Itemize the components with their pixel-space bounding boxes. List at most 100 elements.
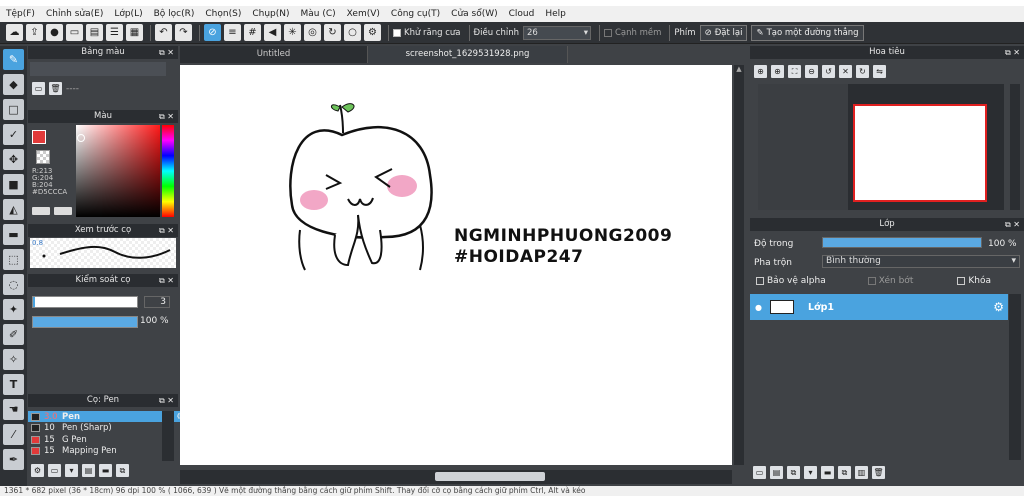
delete-layer-icon[interactable]: 🗑: [872, 466, 885, 479]
layer-folder-icon[interactable]: ▬: [821, 466, 834, 479]
panel-close-icon[interactable]: ⧉ ✕: [159, 46, 174, 59]
select-pen-icon[interactable]: ✐: [3, 324, 24, 345]
layer-opacity-slider[interactable]: [822, 237, 982, 248]
brush-size-slider[interactable]: [32, 296, 138, 308]
layer-list-scrollbar[interactable]: [1009, 294, 1021, 460]
brush-settings-icon[interactable]: ⚙: [31, 464, 44, 477]
menu-view[interactable]: Xem(V): [347, 9, 380, 19]
canvas-horizontal-scrollbar[interactable]: [180, 470, 732, 484]
tab-screenshot[interactable]: screenshot_1629531928.png: [368, 46, 568, 63]
pen-tool-icon[interactable]: ✒: [3, 449, 24, 470]
secondary-color-swatch[interactable]: [36, 150, 50, 164]
menu-select[interactable]: Chọn(S): [205, 9, 241, 19]
layer-mask-icon[interactable]: ▥: [855, 466, 868, 479]
antialias-checkbox[interactable]: [393, 28, 401, 37]
layer-row[interactable]: ● Lớp1 ⚙: [750, 294, 1008, 320]
zoom-in-icon[interactable]: ⊕: [754, 65, 767, 78]
merge-layer-icon[interactable]: ⧉: [838, 466, 851, 479]
layer-settings-icon[interactable]: ⚙: [993, 300, 1004, 314]
menu-tools[interactable]: Công cụ(T): [391, 9, 440, 19]
parallel-snap-icon[interactable]: ≡: [224, 24, 241, 41]
move-tool-icon[interactable]: ✥: [3, 149, 24, 170]
new-layer-alt-icon[interactable]: ▤: [770, 466, 783, 479]
chat-icon[interactable]: ●: [46, 24, 63, 41]
panel-close-icon[interactable]: ⧉ ✕: [159, 224, 174, 237]
brush-opacity-slider[interactable]: [32, 316, 138, 328]
bucket-tool-icon[interactable]: ◭: [3, 199, 24, 220]
brush-list-scrollbar[interactable]: [162, 411, 174, 461]
lock-checkbox[interactable]: [957, 277, 966, 285]
no-snap-icon[interactable]: ⊘: [204, 24, 221, 41]
brush-menu-icon[interactable]: ▾: [65, 464, 78, 477]
color-swap-toggle[interactable]: [54, 207, 72, 215]
hand-tool-icon[interactable]: ☚: [3, 399, 24, 420]
rotate-left-icon[interactable]: ↺: [822, 65, 835, 78]
new-layer-icon[interactable]: ▭: [753, 466, 766, 479]
marquee-tool-icon[interactable]: ⬚: [3, 249, 24, 270]
fullscreen-icon[interactable]: ✕: [839, 65, 852, 78]
save-icon[interactable]: ▤: [86, 24, 103, 41]
straight-line-button[interactable]: ✎ Tạo một đường thẳng: [751, 24, 864, 41]
rotate-right-icon[interactable]: ↻: [856, 65, 869, 78]
brush-tool-icon[interactable]: ✎: [3, 49, 24, 70]
fill-rect-tool-icon[interactable]: ■: [3, 174, 24, 195]
settings-icon[interactable]: ⚙: [364, 24, 381, 41]
brush-copy-icon[interactable]: ▤: [82, 464, 95, 477]
menu-filter[interactable]: Bộ lọc(R): [154, 9, 195, 19]
brush-duplicate-icon[interactable]: ⧉: [116, 464, 129, 477]
new-file-icon[interactable]: ▭: [66, 24, 83, 41]
select-tool-icon[interactable]: □: [3, 99, 24, 120]
menu-window[interactable]: Cửa sổ(W): [451, 9, 497, 19]
zoom-in-alt-icon[interactable]: ⊕: [771, 65, 784, 78]
clip-checkbox[interactable]: [867, 277, 876, 285]
navigator-thumbnail[interactable]: [758, 84, 1004, 210]
tab-untitled[interactable]: Untitled: [180, 46, 368, 63]
perspective-snap-icon[interactable]: ◀: [264, 24, 281, 41]
navigator-scrollbar[interactable]: [1010, 84, 1020, 210]
concentric-snap-icon[interactable]: ◎: [304, 24, 321, 41]
redo-icon[interactable]: ↷: [175, 24, 192, 41]
menu-layer[interactable]: Lớp(L): [114, 9, 142, 19]
select-eraser-icon[interactable]: ✧: [3, 349, 24, 370]
curve-snap-icon[interactable]: ↻: [324, 24, 341, 41]
color-mode-toggle[interactable]: [32, 207, 50, 215]
panel-close-icon[interactable]: ⧉ ✕: [1005, 218, 1020, 231]
menu-edit[interactable]: Chỉnh sửa(E): [46, 9, 103, 19]
panel-close-icon[interactable]: ⧉ ✕: [159, 274, 174, 287]
protect-alpha-checkbox[interactable]: [756, 277, 764, 285]
primary-color-swatch[interactable]: [32, 130, 46, 144]
palette-swatch-area[interactable]: [30, 62, 166, 76]
grid-icon[interactable]: ▦: [126, 24, 143, 41]
drawing-paper[interactable]: NGMINHPHUONG2009 #HOIDAP247: [180, 65, 732, 465]
magic-wand-icon[interactable]: ✦: [3, 299, 24, 320]
layer-menu-icon[interactable]: ▾: [804, 466, 817, 479]
reset-button[interactable]: ⊘ Đặt lại: [699, 24, 748, 41]
canvas-horizontal-thumb[interactable]: [435, 472, 545, 481]
list-icon[interactable]: ☰: [106, 24, 123, 41]
brush-folder-icon[interactable]: ▬: [99, 464, 112, 477]
blend-mode-select[interactable]: Bình thường ▾: [822, 255, 1020, 268]
panel-close-icon[interactable]: ⧉ ✕: [159, 394, 174, 407]
saturation-value-picker[interactable]: [76, 125, 160, 217]
grid-snap-icon[interactable]: #: [244, 24, 261, 41]
navigator-viewport[interactable]: [853, 104, 987, 202]
gradient-tool-icon[interactable]: ▬: [3, 224, 24, 245]
text-tool-icon[interactable]: T: [3, 374, 24, 395]
adjust-combo[interactable]: 26 ▾: [522, 25, 591, 40]
lasso-select-icon[interactable]: ◌: [3, 274, 24, 295]
panel-close-icon[interactable]: ⧉ ✕: [159, 110, 174, 123]
menu-cloud[interactable]: Cloud: [509, 9, 535, 19]
undo-icon[interactable]: ↶: [155, 24, 172, 41]
brush-size-value[interactable]: 3: [144, 296, 170, 308]
canvas-vertical-scrollbar[interactable]: ▲: [734, 65, 744, 465]
panel-close-icon[interactable]: ⧉ ✕: [1005, 46, 1020, 59]
menu-file[interactable]: Tệp(F): [6, 9, 35, 19]
share-icon[interactable]: ⇪: [26, 24, 43, 41]
zoom-out-icon[interactable]: ⊖: [805, 65, 818, 78]
copy-layer-icon[interactable]: ⧉: [787, 466, 800, 479]
radial-snap-icon[interactable]: ✳: [284, 24, 301, 41]
smooth-checkbox[interactable]: [603, 28, 612, 37]
eye-icon[interactable]: ●: [755, 303, 762, 312]
scroll-up-icon[interactable]: ▲: [734, 65, 744, 73]
cloud-icon[interactable]: ☁: [6, 24, 23, 41]
